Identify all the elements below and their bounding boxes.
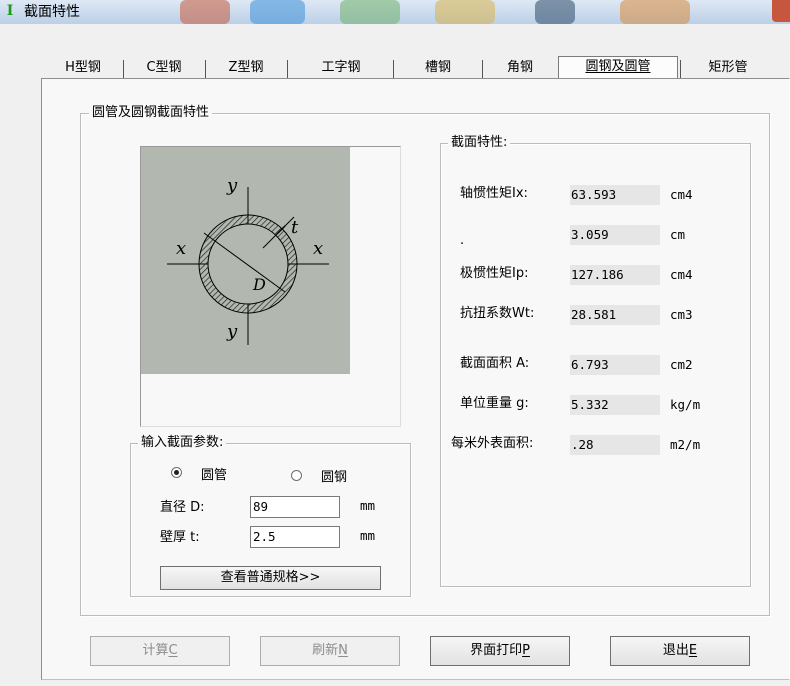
diameter-input[interactable]: 89 [250, 496, 340, 518]
tube-section-drawing [167, 187, 329, 345]
tab-round-tube[interactable]: 圆钢及圆管 [558, 56, 678, 78]
area-label: 截面面积 A: [460, 356, 530, 371]
refresh-label: 刷新 [312, 643, 339, 658]
properties-group-title: 截面特性: [448, 135, 511, 151]
surface-area-value: .28 [570, 435, 660, 455]
radio-round-bar-label[interactable]: 圆钢 [321, 466, 347, 485]
radio-round-bar[interactable] [291, 470, 302, 481]
area-value: 6.793 [570, 355, 660, 375]
app-icon: I [6, 3, 14, 19]
tab-c-steel[interactable]: C型钢 [128, 58, 200, 78]
background-decoration [250, 0, 305, 24]
window-title: 截面特性 [24, 4, 80, 20]
area-unit: cm2 [670, 357, 693, 372]
x-axis-label-left: x [176, 238, 187, 259]
gyration-unit: cm [670, 227, 686, 242]
weight-unit: kg/m [670, 397, 701, 412]
thickness-unit: mm [360, 528, 376, 543]
tab-label: 圆钢及圆管 [585, 59, 651, 74]
exit-label: 退出 [662, 643, 689, 658]
ip-unit: cm4 [670, 267, 693, 282]
background-decoration [180, 0, 230, 24]
weight-value: 5.332 [570, 395, 660, 415]
thickness-label: t [291, 217, 299, 238]
gyration-label: . [460, 233, 465, 248]
input-group-title: 输入截面参数: [138, 435, 227, 451]
print-label: 界面打印 [470, 643, 523, 658]
section-group-title: 圆管及圆钢截面特性 [89, 105, 213, 121]
tab-label: 矩形管 [708, 60, 748, 75]
background-decoration [620, 0, 690, 24]
ix-label: 轴惯性矩Ix: [460, 186, 528, 201]
tab-z-steel[interactable]: Z型钢 [210, 58, 282, 78]
x-axis-label-right: x [313, 238, 324, 259]
diameter-label: 直径 D: [160, 500, 205, 515]
tab-separator [393, 60, 394, 78]
radio-round-tube-label[interactable]: 圆管 [201, 464, 227, 483]
thickness-label: 壁厚 t: [160, 530, 200, 545]
background-decoration [535, 0, 575, 24]
y-axis-label-bottom: y [227, 321, 238, 342]
y-axis-label-top: y [227, 175, 238, 196]
tab-label: 工字钢 [321, 60, 361, 75]
view-specs-button[interactable]: 查看普通规格>> [160, 566, 381, 590]
ix-value: 63.593 [570, 185, 660, 205]
print-button[interactable]: 界面打印P [430, 636, 570, 666]
diameter-label: D [253, 275, 266, 294]
tab-separator [680, 60, 681, 78]
ip-label: 极惯性矩Ip: [460, 266, 529, 281]
wt-unit: cm3 [670, 307, 693, 322]
exit-button[interactable]: 退出E [610, 636, 750, 666]
wt-label: 抗扭系数Wt: [460, 306, 535, 321]
print-hotkey: P [522, 643, 530, 658]
surface-area-label: 每米外表面积: [451, 436, 534, 451]
tab-i-beam[interactable]: 工字钢 [292, 58, 390, 78]
calculate-hotkey: C [168, 643, 178, 658]
tab-separator [287, 60, 288, 78]
tab-label: Z型钢 [228, 60, 264, 75]
exit-hotkey: E [688, 643, 698, 658]
tab-angle[interactable]: 角钢 [487, 58, 553, 78]
refresh-button[interactable]: 刷新N [260, 636, 400, 666]
calculate-label: 计算 [142, 643, 169, 658]
diagram-background: y y x x t D [141, 147, 350, 374]
radio-round-tube[interactable] [171, 467, 182, 478]
background-decoration [435, 0, 495, 24]
close-button[interactable] [772, 0, 790, 22]
surface-area-unit: m2/m [670, 437, 701, 452]
weight-label: 单位重量 g: [460, 396, 529, 411]
tab-label: C型钢 [146, 60, 182, 75]
calculate-button[interactable]: 计算C [90, 636, 230, 666]
thickness-input[interactable]: 2.5 [250, 526, 340, 548]
gyration-value: 3.059 [570, 225, 660, 245]
ip-value: 127.186 [570, 265, 660, 285]
tab-label: 槽钢 [424, 60, 451, 75]
tab-separator [123, 60, 124, 78]
tab-channel[interactable]: 槽钢 [398, 58, 478, 78]
tab-rect-tube[interactable]: 矩形管 [685, 58, 771, 78]
title-bar: I 截面特性 [0, 0, 790, 24]
tab-label: H型钢 [65, 60, 101, 75]
background-decoration [340, 0, 400, 24]
tab-separator [482, 60, 483, 78]
tab-separator [205, 60, 206, 78]
ix-unit: cm4 [670, 187, 693, 202]
tab-label: 角钢 [506, 60, 533, 75]
refresh-hotkey: N [338, 643, 348, 658]
wt-value: 28.581 [570, 305, 660, 325]
cross-section-diagram: y y x x t D [140, 146, 401, 427]
diameter-unit: mm [360, 498, 376, 513]
tab-h-steel[interactable]: H型钢 [48, 58, 118, 78]
